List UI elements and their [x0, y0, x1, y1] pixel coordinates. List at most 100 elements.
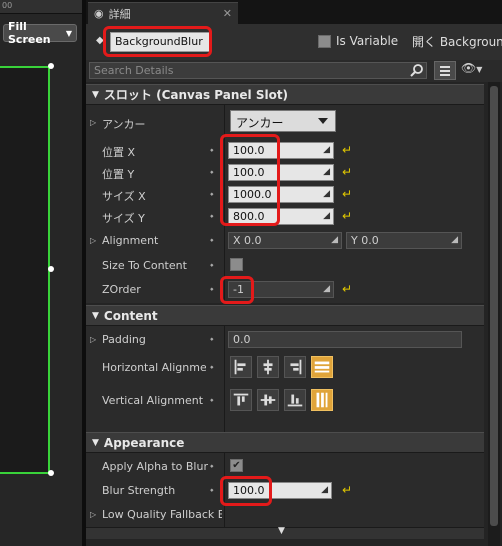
align-bottom-icon [287, 394, 303, 407]
selected-widget-outline[interactable] [0, 66, 50, 474]
close-icon[interactable]: ✕ [223, 7, 232, 20]
h-align-left-button[interactable] [230, 356, 252, 378]
bind-icon[interactable]: ⬩ [210, 395, 214, 406]
designer-canvas[interactable]: 00 Fill Screen ▼ [0, 0, 82, 546]
screen-size-label: Fill Screen [8, 20, 51, 46]
reset-icon[interactable]: ↵ [342, 282, 352, 296]
expand-arrow-icon[interactable]: ▷ [90, 118, 96, 127]
reset-icon[interactable]: ↵ [342, 165, 352, 179]
apply-alpha-checkbox[interactable]: ✔ [230, 459, 243, 472]
zorder-label: ZOrder [102, 283, 141, 296]
open-blueprint-link[interactable]: 開く Backgroun [412, 33, 502, 50]
align-x-field[interactable]: X 0.0 ◢ [228, 232, 342, 249]
pos-x-label: 位置 X [102, 146, 136, 159]
chevron-down-icon [318, 118, 328, 124]
anchor-label: アンカー [102, 118, 146, 131]
align-fill-vertical-icon [316, 392, 328, 408]
v-align-bottom-button[interactable] [284, 389, 306, 411]
ruler: 00 [0, 0, 82, 14]
is-variable-checkbox[interactable] [318, 35, 331, 48]
v-align-fill-button[interactable] [311, 389, 333, 411]
h-align-label: Horizontal Alignmen [102, 361, 206, 374]
search-icon [410, 64, 423, 77]
search-input[interactable]: Search Details [89, 62, 427, 79]
spin-icon: ◢ [451, 235, 458, 245]
bind-icon[interactable]: ⬩ [210, 211, 214, 222]
category-title: Appearance [103, 435, 185, 450]
bind-icon[interactable]: ⬩ [210, 167, 214, 178]
chevron-down-icon: ▼ [92, 310, 99, 321]
chevron-down-icon: ▼ [278, 526, 285, 536]
resize-handle-top-right[interactable] [48, 63, 54, 69]
category-title: スロット (Canvas Panel Slot) [103, 88, 289, 102]
bind-icon[interactable]: ⬩ [210, 235, 214, 246]
align-left-icon [234, 359, 246, 375]
resize-handle-bottom-right[interactable] [48, 470, 54, 476]
checkmark-icon: ✔ [232, 460, 241, 471]
details-icon: ◉ [94, 7, 104, 20]
column-divider [224, 326, 225, 432]
alignment-label: Alignment [102, 234, 159, 247]
low-quality-label: Low Quality Fallback Bru [102, 508, 222, 521]
align-fill-icon [314, 361, 330, 373]
h-align-center-button[interactable] [257, 356, 279, 378]
resize-handle-right[interactable] [48, 266, 54, 272]
size-x-label: サイズ X [102, 190, 146, 203]
view-options-button[interactable]: 👁▼ [461, 61, 493, 80]
apply-alpha-label: Apply Alpha to Blur [102, 460, 208, 473]
details-panel: ◉ 詳細 ✕ ◆ BackgroundBlur Is Variable 開く B… [86, 0, 502, 546]
expand-arrow-icon[interactable]: ▷ [90, 335, 96, 344]
padding-label: Padding [102, 333, 146, 346]
v-align-center-button[interactable] [257, 389, 279, 411]
align-middle-icon [260, 394, 276, 406]
eye-icon: 👁 [461, 61, 477, 75]
is-variable-label: Is Variable [336, 34, 399, 48]
anchor-dropdown[interactable]: アンカー [230, 110, 336, 132]
bind-icon[interactable]: ⬩ [210, 189, 214, 200]
padding-value: 0.0 [233, 333, 251, 346]
tab-details[interactable]: ◉ 詳細 ✕ [88, 2, 238, 24]
spin-icon: ◢ [323, 167, 330, 177]
screen-size-dropdown[interactable]: Fill Screen ▼ [3, 20, 77, 46]
category-appearance[interactable]: ▼ Appearance [86, 432, 484, 453]
v-align-top-button[interactable] [230, 389, 252, 411]
align-y-value: Y 0.0 [351, 234, 379, 247]
tab-bar: ◉ 詳細 ✕ [86, 0, 502, 24]
highlight-position-size [220, 134, 280, 226]
spin-icon: ◢ [321, 485, 328, 495]
highlight-zorder [220, 276, 254, 304]
bind-icon[interactable]: ⬩ [210, 260, 214, 271]
chevron-down-icon: ▼ [92, 437, 99, 448]
bind-icon[interactable]: ⬩ [210, 145, 214, 156]
h-align-fill-button[interactable] [311, 356, 333, 378]
bind-icon[interactable]: ⬩ [210, 485, 214, 496]
align-y-field[interactable]: Y 0.0 ◢ [346, 232, 462, 249]
reset-icon[interactable]: ↵ [342, 483, 352, 497]
chevron-down-icon: ▼ [476, 65, 483, 74]
bind-icon[interactable]: ⬩ [210, 334, 214, 345]
size-to-content-checkbox[interactable] [230, 258, 243, 271]
reset-icon[interactable]: ↵ [342, 143, 352, 157]
spin-icon: ◢ [323, 189, 330, 199]
reset-icon[interactable]: ↵ [342, 209, 352, 223]
v-align-label: Vertical Alignment [102, 394, 204, 407]
bind-icon[interactable]: ⬩ [210, 461, 214, 472]
category-slot[interactable]: ▼ スロット (Canvas Panel Slot) [86, 84, 484, 105]
scrollbar-thumb[interactable] [490, 86, 498, 526]
align-x-value: X 0.0 [233, 234, 262, 247]
tab-title: 詳細 [108, 7, 131, 21]
padding-field[interactable]: 0.0 [228, 331, 462, 348]
bind-icon[interactable]: ⬩ [210, 284, 214, 295]
expand-arrow-icon[interactable]: ▷ [90, 236, 96, 245]
spin-icon: ◢ [323, 211, 330, 221]
bind-icon[interactable]: ⬩ [210, 362, 214, 373]
align-top-icon [233, 393, 249, 406]
reset-icon[interactable]: ↵ [342, 187, 352, 201]
h-align-right-button[interactable] [284, 356, 306, 378]
category-content[interactable]: ▼ Content [86, 305, 484, 326]
expand-arrow-icon[interactable]: ▷ [90, 510, 96, 519]
highlight-blur-strength [220, 476, 272, 506]
ruler-text: 00 [2, 1, 13, 10]
more-properties-bar[interactable]: ▼ [86, 526, 484, 539]
property-matrix-button[interactable] [434, 61, 456, 80]
